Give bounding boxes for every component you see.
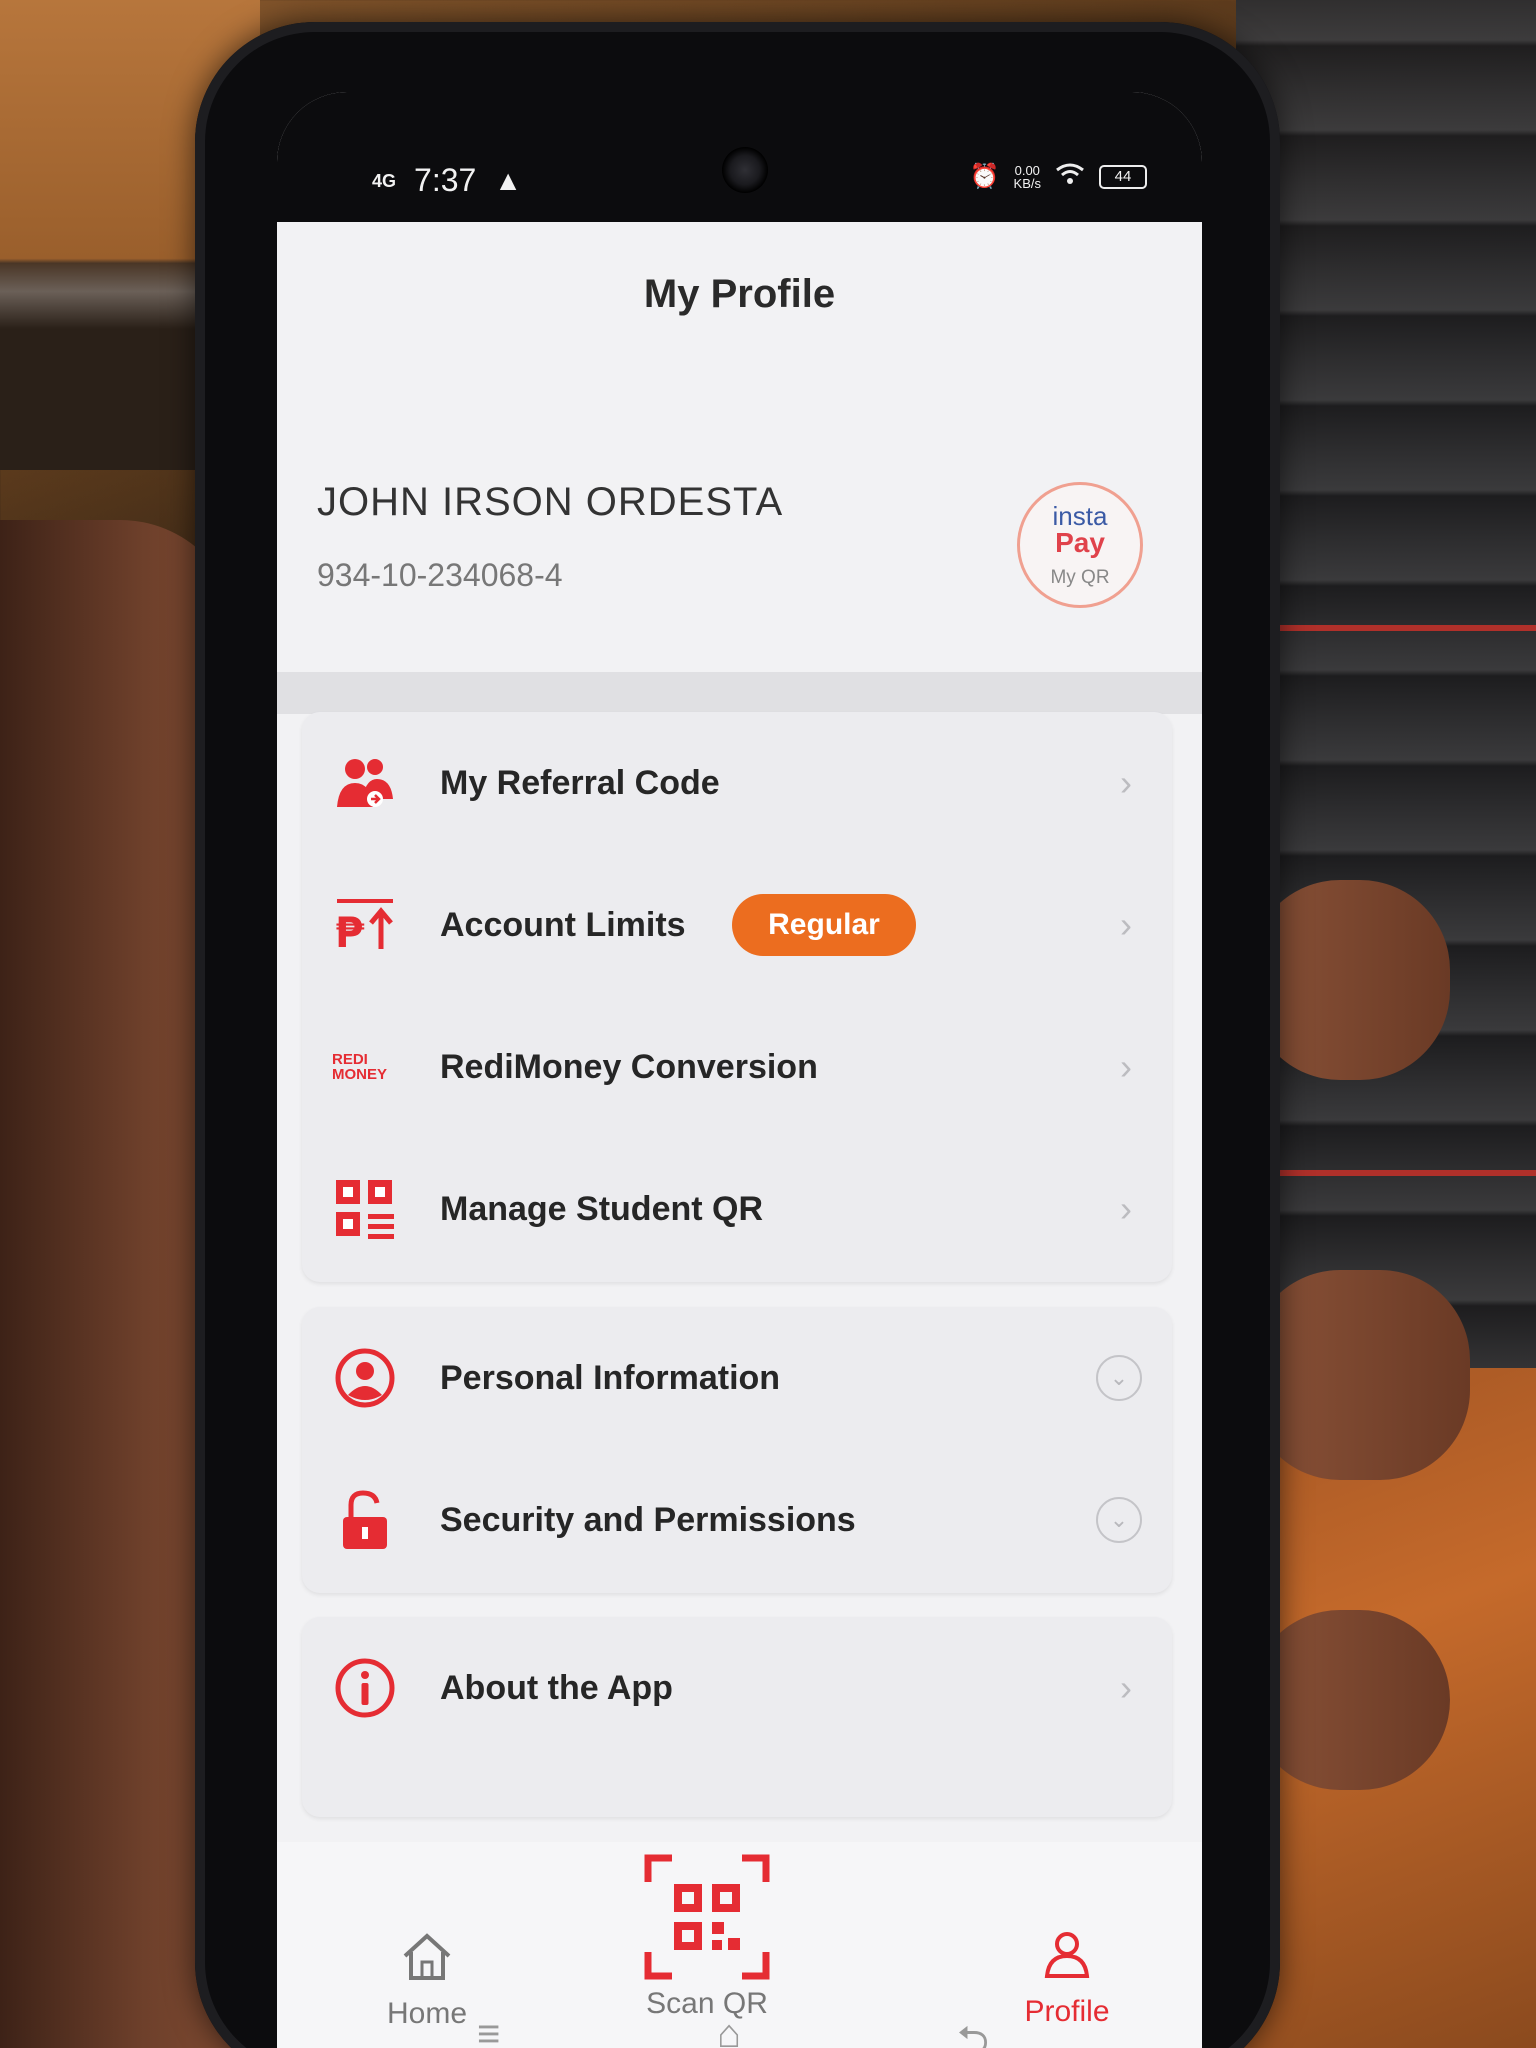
menu-card-about: About the App › <box>302 1617 1172 1817</box>
menu-item-label: Account Limits <box>440 905 686 944</box>
chevron-right-icon: › <box>1120 762 1132 803</box>
nav-scan-qr[interactable]: Scan QR <box>617 1852 797 2021</box>
instapay-logo-text: Pay <box>1055 527 1105 558</box>
chevron-right-icon: › <box>1120 1667 1132 1708</box>
menu-item-label: Security and Permissions <box>440 1500 856 1539</box>
status-bar: 4G 7:37 ▲ ⏰ 0.00 KB/s 44 <box>277 92 1202 222</box>
background-red-strip <box>1236 1170 1536 1176</box>
menu-item-about-app[interactable]: About the App › <box>302 1617 1172 1759</box>
menu-item-label: Manage Student QR <box>440 1189 764 1228</box>
menu-item-referral-code[interactable]: My Referral Code › <box>302 712 1172 854</box>
network-speed: 0.00 KB/s <box>1013 162 1041 191</box>
my-qr-label: My QR <box>1050 567 1110 588</box>
section-divider <box>277 672 1202 714</box>
menu-item-label: My Referral Code <box>440 763 720 802</box>
page-title: My Profile <box>643 272 836 316</box>
chevron-down-icon: ⌄ <box>1096 1497 1142 1543</box>
info-circle-icon <box>332 1655 398 1721</box>
svg-text:₱: ₱ <box>335 908 365 953</box>
network-indicator: 4G <box>372 170 397 191</box>
menu-item-label: RediMoney Conversion <box>440 1047 818 1086</box>
account-level-badge: Regular <box>732 894 916 956</box>
home-icon <box>399 1933 455 1986</box>
wifi-icon <box>1055 162 1085 191</box>
chevron-down-icon: ⌄ <box>1096 1355 1142 1401</box>
background-red-strip <box>1236 625 1536 631</box>
menu-item-manage-student-qr[interactable]: Manage Student QR › <box>302 1138 1172 1280</box>
menu-lines-icon[interactable]: ≡ <box>477 2012 500 2048</box>
qr-list-icon <box>332 1176 398 1242</box>
phone-screen: 4G 7:37 ▲ ⏰ 0.00 KB/s 44 My Profile JOHN … <box>277 92 1202 2048</box>
finger <box>1250 880 1450 1080</box>
front-camera <box>722 147 768 193</box>
finger <box>1250 1610 1450 1790</box>
user-circle-icon <box>332 1345 398 1411</box>
home-outline-icon[interactable]: ⌂ <box>717 2012 741 2048</box>
warning-triangle-icon: ▲ <box>494 164 523 196</box>
chevron-right-icon: › <box>1120 904 1132 945</box>
scan-qr-icon <box>642 1854 772 1986</box>
menu-item-personal-information[interactable]: Personal Information ⌄ <box>302 1307 1172 1449</box>
back-icon[interactable]: ⮌ <box>957 2012 989 2048</box>
menu-item-label: Personal Information <box>440 1358 781 1397</box>
menu-item-label: About the App <box>440 1668 673 1707</box>
system-navigation-bar: ≡ ⌂ ⮌ <box>277 2002 1202 2048</box>
menu-card-settings: Personal Information ⌄ Security and Perm… <box>302 1307 1172 1593</box>
peso-up-arrow-icon: ₱ <box>332 892 398 958</box>
alarm-icon: ⏰ <box>969 163 1000 190</box>
menu-card-account: My Referral Code › ₱ Account Limits Regu… <box>302 712 1172 1282</box>
menu-item-security-permissions[interactable]: Security and Permissions ⌄ <box>302 1449 1172 1591</box>
menu-item-account-limits[interactable]: ₱ Account Limits Regular › <box>302 854 1172 996</box>
unlock-icon <box>332 1487 398 1553</box>
chevron-right-icon: › <box>1120 1188 1132 1229</box>
referral-people-icon <box>332 750 398 816</box>
user-name: JOHN IRSON ORDESTA <box>317 480 784 524</box>
account-number: 934-10-234068-4 <box>317 557 563 593</box>
phone-device: 4G 7:37 ▲ ⏰ 0.00 KB/s 44 My Profile JOHN … <box>195 22 1280 2048</box>
user-icon <box>1041 1932 1093 1984</box>
redimoney-logo-icon: REDI MONEY <box>332 1051 388 1083</box>
menu-item-redimoney-conversion[interactable]: REDI MONEY RediMoney Conversion › <box>302 996 1172 1138</box>
my-qr-button[interactable]: insta Pay My QR <box>1017 482 1143 608</box>
clock: 7:37 <box>414 162 477 198</box>
profile-screen: My Profile JOHN IRSON ORDESTA 934-10-234… <box>277 222 1202 2048</box>
instapay-logo-text: insta <box>1052 501 1108 531</box>
battery-indicator: 44 <box>1099 164 1147 189</box>
chevron-right-icon: › <box>1120 1046 1132 1087</box>
finger <box>1250 1270 1470 1480</box>
